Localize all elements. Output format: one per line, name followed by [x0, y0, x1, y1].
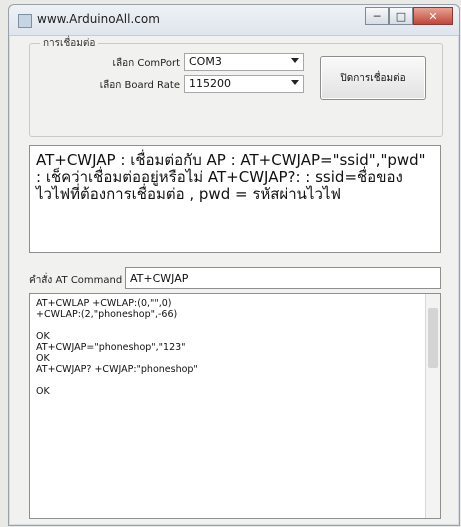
caption-buttons: ─ □ ✕ [365, 7, 453, 27]
output-line: AT+CWJAP="phoneshop","123" [36, 342, 186, 353]
window-title: www.ArduinoAll.com [37, 12, 160, 26]
maximize-button[interactable]: □ [389, 7, 413, 25]
minimize-button[interactable]: ─ [365, 7, 389, 25]
scrollbar-thumb[interactable] [428, 308, 438, 368]
at-command-input[interactable]: AT+CWJAP [125, 267, 441, 289]
comport-select[interactable]: COM3 [184, 53, 304, 71]
title-bar: www.ArduinoAll.com ─ □ ✕ [9, 5, 459, 36]
output-log[interactable]: AT+CWLAP +CWLAP:(0,"",0) +CWLAP:(2,"phon… [29, 293, 441, 519]
output-line: OK [36, 331, 50, 342]
output-line: AT+CWJAP? +CWJAP:"phoneshop" [36, 364, 198, 375]
disconnect-button[interactable]: ปิดการเชื่อมต่อ [320, 56, 426, 100]
output-line: OK [36, 386, 50, 397]
output-scrollbar[interactable] [425, 294, 440, 518]
comport-label: เลือก ComPort [112, 58, 180, 69]
comport-value: COM3 [189, 55, 222, 68]
output-line: OK [36, 353, 50, 364]
baud-select[interactable]: 115200 [184, 75, 304, 93]
chevron-down-icon[interactable] [291, 58, 299, 63]
close-button[interactable]: ✕ [413, 7, 453, 25]
app-window: www.ArduinoAll.com ─ □ ✕ การเชื่อมต่อ เล… [8, 4, 460, 526]
at-command-label: คำสั่ง AT Command [29, 275, 123, 286]
baud-label: เลือก Board Rate [99, 80, 180, 91]
output-line: AT+CWLAP +CWLAP:(0,"",0) [36, 298, 172, 309]
chevron-down-icon[interactable] [291, 80, 299, 85]
baud-value: 115200 [189, 77, 231, 90]
description-textbox[interactable]: AT+CWJAP : เชื่อมต่อกับ AP : AT+CWJAP="s… [29, 145, 441, 253]
connection-groupbox: การเชื่อมต่อ เลือก ComPort COM3 เลือก Bo… [29, 36, 443, 137]
connection-group-legend: การเชื่อมต่อ [40, 36, 99, 51]
app-icon [18, 14, 32, 28]
output-line: +CWLAP:(2,"phoneshop",-66) [36, 309, 178, 320]
